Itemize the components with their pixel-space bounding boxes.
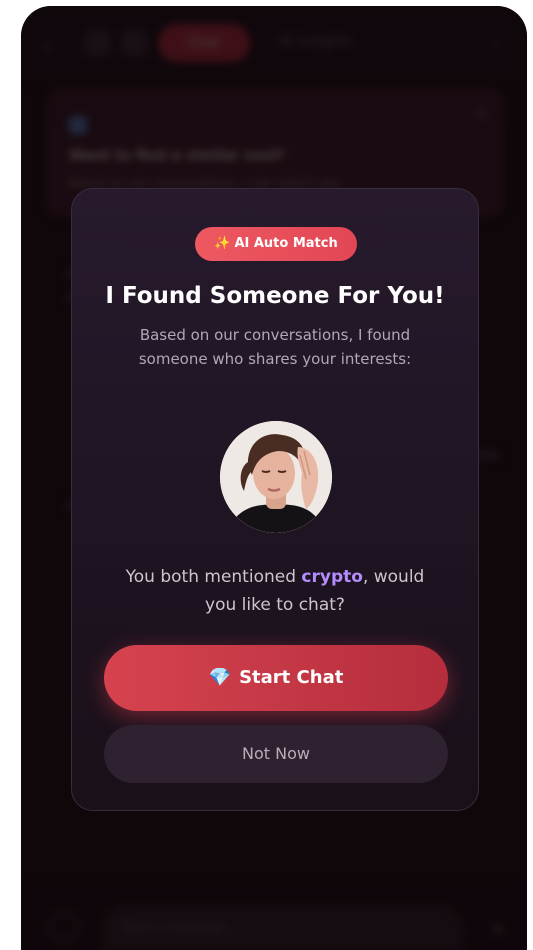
- modal-title: I Found Someone For You!: [105, 283, 445, 309]
- not-now-button[interactable]: Not Now: [104, 725, 448, 783]
- avatar: [220, 421, 332, 533]
- start-chat-button[interactable]: 💎 Start Chat: [104, 645, 448, 711]
- matched-user-avatar-image: [220, 421, 332, 533]
- shared-interest-text: You both mentioned crypto, would you lik…: [108, 563, 442, 619]
- sparkles-icon: ✨: [214, 236, 231, 251]
- modal-subtitle: Based on our conversations, I found some…: [138, 326, 412, 368]
- start-chat-label: Start Chat: [239, 667, 344, 688]
- ai-auto-match-badge: ✨ AI Auto Match: [195, 227, 357, 261]
- gem-icon: 💎: [208, 667, 232, 688]
- phone-screen: ‹ Chat AI Insights ⋮ ✕ Want to find a si…: [21, 6, 527, 950]
- badge-label: AI Auto Match: [234, 236, 338, 251]
- match-modal: ✨ AI Auto Match I Found Someone For You! …: [71, 188, 479, 811]
- shared-keyword: crypto: [301, 567, 363, 587]
- match-prefix: You both mentioned: [125, 567, 302, 587]
